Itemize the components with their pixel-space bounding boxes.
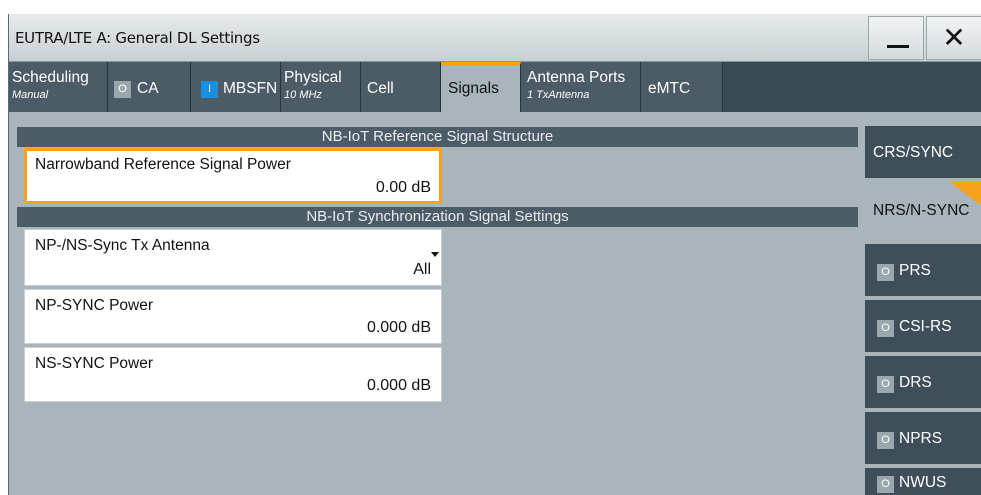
sidenav-item-nwus[interactable]: O NWUS	[865, 468, 981, 495]
sidenav-label: PRS	[899, 262, 931, 279]
field-label: NP-SYNC Power	[35, 297, 153, 314]
minimize-button[interactable]	[868, 16, 924, 60]
toggle-off-icon[interactable]: O	[877, 376, 894, 393]
dialog-window: EUTRA/LTE A: General DL Settings ✕ Sched…	[8, 14, 981, 495]
tab-label: MBSFN	[223, 80, 278, 97]
tab-antenna-ports[interactable]: Antenna Ports 1 TxAntenna	[521, 62, 641, 112]
sidenav-item-nprs[interactable]: O NPRS	[865, 412, 981, 468]
field-value: All	[413, 261, 431, 278]
sidenav-label: NRS/N-SYNC	[873, 202, 970, 219]
field-value: 0.000 dB	[366, 319, 431, 336]
narrowband-reference-signal-power-field[interactable]: Narrowband Reference Signal Power 0.00 d…	[24, 148, 442, 204]
sync-tx-antenna-dropdown[interactable]: NP-/NS-Sync Tx Antenna All	[24, 229, 442, 286]
sidenav-item-csi-rs[interactable]: O CSI-RS	[865, 300, 981, 356]
tab-signals[interactable]: Signals	[441, 62, 521, 112]
sidenav-item-nrs-n-sync[interactable]: NRS/N-SYNC	[865, 182, 981, 244]
tab-cell[interactable]: Cell	[361, 62, 441, 112]
sidenav-label: NPRS	[899, 430, 943, 447]
tab-scheduling[interactable]: Scheduling Manual	[9, 62, 108, 112]
field-label: NS-SYNC Power	[35, 355, 153, 372]
close-button[interactable]: ✕	[926, 16, 981, 60]
dropdown-arrow-icon	[431, 252, 439, 257]
toggle-off-icon[interactable]: O	[114, 81, 131, 98]
tab-mbsfn[interactable]: I MBSFN	[191, 62, 281, 112]
tab-label: Antenna Ports	[527, 69, 626, 86]
close-icon: ✕	[942, 22, 966, 53]
tab-label: Signals	[448, 80, 499, 97]
tab-label: eMTC	[648, 80, 691, 97]
title-bar: EUTRA/LTE A: General DL Settings ✕	[9, 14, 981, 62]
tab-sublabel: Manual	[12, 89, 49, 101]
sidenav-item-drs[interactable]: O DRS	[865, 356, 981, 412]
section-header-reference-signal: NB-IoT Reference Signal Structure	[17, 127, 858, 147]
field-label: NP-/NS-Sync Tx Antenna	[35, 237, 210, 254]
tab-label: Scheduling	[12, 69, 89, 86]
tab-emtc[interactable]: eMTC	[641, 62, 723, 112]
toggle-off-icon[interactable]: O	[877, 476, 894, 493]
ns-sync-power-field[interactable]: NS-SYNC Power 0.000 dB	[24, 347, 442, 402]
tab-ca[interactable]: O CA	[108, 62, 191, 112]
tab-physical[interactable]: Physical 10 MHz	[281, 62, 361, 112]
sidenav-label: CRS/SYNC	[873, 144, 954, 161]
field-value: 0.00 dB	[375, 179, 431, 196]
field-value: 0.000 dB	[366, 377, 431, 394]
toggle-off-icon[interactable]: O	[877, 264, 894, 281]
tab-bar: Scheduling Manual O CA I MBSFN Physical …	[9, 62, 981, 112]
sidenav-label: DRS	[899, 374, 932, 391]
tab-label: Cell	[367, 80, 394, 97]
sidenav-item-crs-sync[interactable]: CRS/SYNC	[865, 126, 981, 182]
tab-sublabel: 1 TxAntenna	[527, 89, 590, 101]
tab-label: Physical	[284, 69, 342, 86]
toggle-off-icon[interactable]: O	[877, 432, 894, 449]
field-label: Narrowband Reference Signal Power	[35, 156, 291, 173]
tab-label: CA	[137, 80, 159, 97]
signal-side-nav: CRS/SYNC NRS/N-SYNC O PRS O CSI-RS O DRS…	[865, 126, 981, 495]
tab-sublabel: 10 MHz	[284, 89, 322, 101]
minimize-icon	[887, 45, 909, 48]
window-title: EUTRA/LTE A: General DL Settings	[15, 29, 260, 47]
sidenav-label: NWUS	[899, 474, 947, 491]
toggle-on-icon[interactable]: I	[201, 81, 218, 98]
sidenav-item-prs[interactable]: O PRS	[865, 244, 981, 300]
section-header-sync-signal: NB-IoT Synchronization Signal Settings	[17, 207, 858, 227]
toggle-off-icon[interactable]: O	[877, 320, 894, 337]
np-sync-power-field[interactable]: NP-SYNC Power 0.000 dB	[24, 289, 442, 344]
sidenav-label: CSI-RS	[899, 318, 952, 335]
